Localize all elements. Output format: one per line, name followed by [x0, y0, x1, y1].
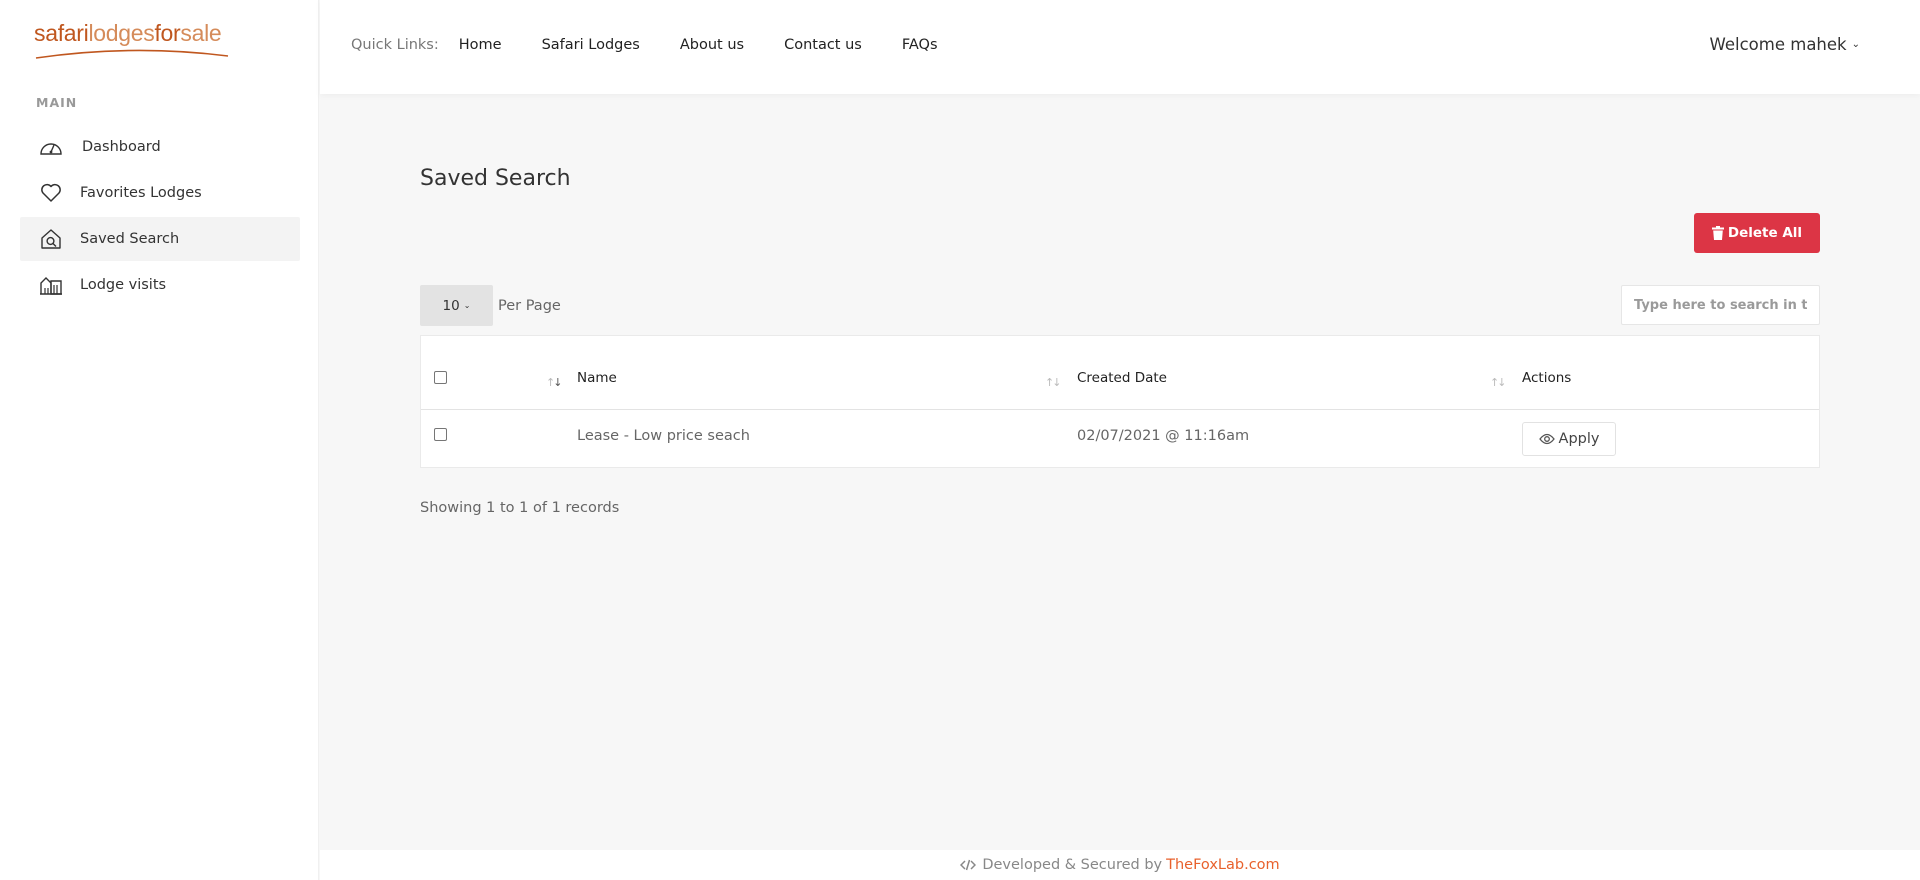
top-bar: Quick Links: Home Safari Lodges About us… — [320, 0, 1920, 94]
row-checkbox[interactable] — [434, 428, 447, 441]
home-search-icon — [38, 228, 64, 250]
table-search-input[interactable] — [1621, 285, 1820, 325]
sort-icon[interactable]: ↑↓ — [1490, 376, 1507, 389]
sidebar-item-label: Favorites Lodges — [80, 185, 202, 201]
delete-all-label: Delete All — [1727, 225, 1803, 241]
logo-text: safarilodgesforsale — [34, 20, 222, 46]
welcome-text: Welcome mahek — [1709, 35, 1847, 54]
per-page-label: Per Page — [498, 297, 561, 314]
sidebar-item-label: Lodge visits — [80, 277, 167, 293]
saved-search-table: ↑↓ Name ↑↓ Created Date ↑↓ Actions Lease… — [420, 335, 1820, 468]
sidebar-menu: Dashboard Favorites Lodges Saved Search … — [20, 125, 300, 309]
sort-icon[interactable]: ↑↓ — [1045, 376, 1062, 389]
row-created-date: 02/07/2021 @ 11:16am — [1077, 428, 1250, 444]
dashboard-gauge-icon — [38, 136, 64, 158]
site-logo[interactable]: safarilodgesforsale — [34, 20, 234, 64]
nav-link-about-us[interactable]: About us — [680, 37, 744, 53]
nav-link-faqs[interactable]: FAQs — [902, 37, 938, 53]
code-icon — [960, 859, 977, 871]
per-page-select[interactable]: 10 ⌄ — [420, 285, 493, 326]
sort-icon[interactable]: ↑↓ — [546, 376, 563, 389]
delete-all-button[interactable]: Delete All — [1694, 213, 1820, 253]
menu-heading: MAIN — [36, 95, 78, 110]
trash-icon — [1711, 226, 1724, 240]
footer: Developed & Secured by TheFoxLab.com — [320, 850, 1920, 880]
sidebar: safarilodgesforsale MAIN Dashboard Favor… — [0, 0, 319, 880]
apply-label: Apply — [1558, 431, 1600, 447]
select-all-checkbox[interactable] — [434, 371, 447, 384]
sidebar-item-favorites[interactable]: Favorites Lodges — [20, 171, 300, 215]
user-menu-dropdown[interactable]: Welcome mahek ⌄ — [1710, 35, 1860, 54]
nav-link-safari-lodges[interactable]: Safari Lodges — [542, 37, 640, 53]
sidebar-item-dashboard[interactable]: Dashboard — [20, 125, 300, 169]
heart-icon — [38, 182, 64, 204]
sidebar-item-lodge-visits[interactable]: Lodge visits — [20, 263, 300, 307]
footer-text: Developed & Secured by — [982, 857, 1163, 873]
eye-icon — [1538, 433, 1555, 445]
nav-link-contact-us[interactable]: Contact us — [784, 37, 862, 53]
table-header: ↑↓ Name ↑↓ Created Date ↑↓ Actions — [421, 336, 1819, 410]
chevron-down-icon: ⌄ — [1851, 39, 1860, 50]
records-summary: Showing 1 to 1 of 1 records — [420, 500, 620, 516]
footer-brand-link[interactable]: TheFoxLab.com — [1166, 857, 1280, 873]
row-name: Lease - Low price seach — [577, 428, 750, 444]
page-title: Saved Search — [420, 166, 571, 191]
chevron-down-icon: ⌄ — [463, 301, 471, 310]
column-header-actions: Actions — [1522, 370, 1572, 386]
buildings-icon — [38, 274, 64, 296]
quick-links: Quick Links: Home Safari Lodges About us… — [351, 37, 978, 53]
logo-swoosh-icon — [35, 49, 229, 59]
apply-button[interactable]: Apply — [1522, 422, 1616, 456]
column-header-created-date[interactable]: Created Date — [1077, 370, 1167, 386]
per-page-control: 10 ⌄ Per Page — [420, 285, 561, 326]
column-header-name[interactable]: Name — [577, 370, 617, 386]
sidebar-item-label: Saved Search — [80, 231, 180, 247]
table-row: Lease - Low price seach 02/07/2021 @ 11:… — [421, 410, 1819, 468]
nav-link-home[interactable]: Home — [459, 37, 502, 53]
per-page-value: 10 — [442, 297, 460, 314]
quick-links-label: Quick Links: — [351, 37, 439, 53]
sidebar-item-saved-search[interactable]: Saved Search — [20, 217, 300, 261]
sidebar-item-label: Dashboard — [82, 139, 161, 155]
